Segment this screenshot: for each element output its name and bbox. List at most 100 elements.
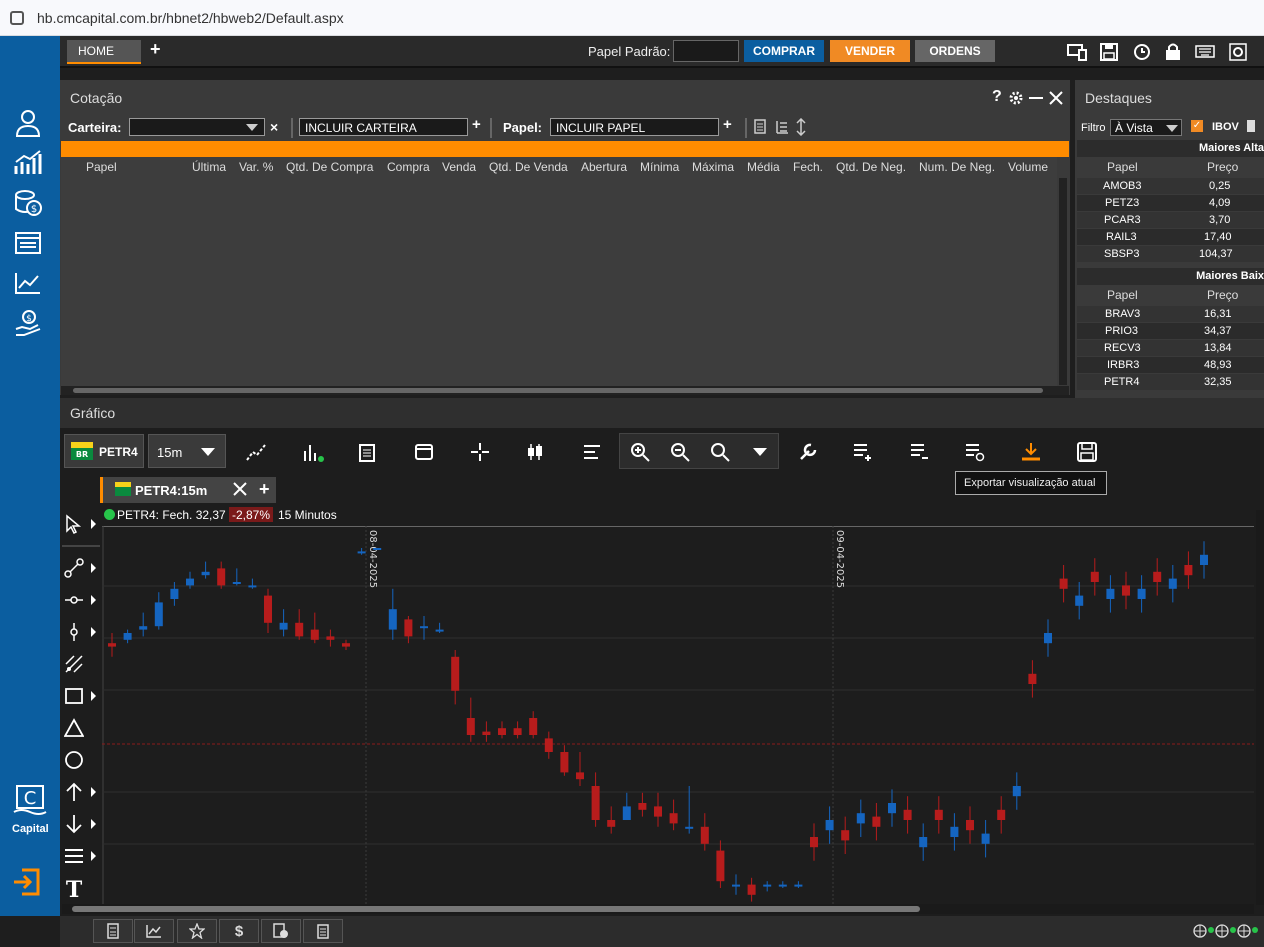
history-icon[interactable] <box>1133 43 1151 66</box>
list-item[interactable]: RECV3 13,84 <box>1077 340 1264 356</box>
column-header[interactable]: Papel <box>86 160 117 174</box>
chart-scroll-thumb[interactable] <box>72 906 920 912</box>
incluir-carteira-input[interactable]: INCLUIR CARTEIRA <box>299 118 468 136</box>
horizontal-scrollbar[interactable] <box>61 386 1069 395</box>
clipboard-icon[interactable] <box>353 438 381 466</box>
help-icon[interactable]: ? <box>992 88 1002 106</box>
refresh-list-icon[interactable] <box>961 438 989 466</box>
arrow-down-icon[interactable] <box>62 810 98 838</box>
column-header[interactable]: Mínima <box>640 160 679 174</box>
price-chart[interactable]: 08-04-2025 09-04-2025 <box>102 526 1254 906</box>
hand-money-icon[interactable]: $ <box>13 308 43 338</box>
resize-vertical-icon[interactable] <box>796 117 806 141</box>
vertical-scrollbar[interactable] <box>1059 178 1067 385</box>
add-chart-tab-button[interactable]: + <box>259 479 270 500</box>
crosshair-icon[interactable] <box>466 438 494 466</box>
chart-growth-icon[interactable] <box>13 148 43 178</box>
column-header[interactable]: Máxima <box>692 160 734 174</box>
list-item[interactable]: PETR4 32,35 <box>1077 374 1264 390</box>
trendline-icon[interactable] <box>62 554 98 582</box>
candles-icon[interactable] <box>521 438 549 466</box>
close-icon[interactable] <box>1048 90 1064 111</box>
column-header[interactable]: Fech. <box>793 160 823 174</box>
carteira-select[interactable] <box>129 118 265 136</box>
list-item[interactable]: RAIL3 17,40 <box>1077 229 1264 245</box>
list-item[interactable]: PCAR3 3,70 <box>1077 212 1264 228</box>
column-header[interactable]: Compra <box>387 160 430 174</box>
column-header[interactable]: Venda <box>442 160 476 174</box>
vender-button[interactable]: VENDER <box>830 40 910 62</box>
circle-icon[interactable] <box>62 746 98 774</box>
column-header[interactable]: Qtd. De Neg. <box>836 160 906 174</box>
settings-icon[interactable] <box>1229 43 1247 66</box>
interval-selector[interactable]: 15m <box>148 434 226 468</box>
column-header[interactable]: Abertura <box>581 160 627 174</box>
papel-padrao-input[interactable] <box>673 40 739 62</box>
export-list-icon[interactable] <box>754 119 768 140</box>
indicators-icon[interactable] <box>242 438 270 466</box>
clipboard-small-icon[interactable] <box>303 919 343 943</box>
clear-carteira-icon[interactable]: × <box>270 119 278 135</box>
site-settings-icon[interactable] <box>10 11 24 25</box>
list-item[interactable]: PRIO3 34,37 <box>1077 323 1264 339</box>
user-icon[interactable] <box>13 108 43 138</box>
zoom-out-icon[interactable] <box>666 438 694 466</box>
ibov-checkbox[interactable]: ✓ <box>1191 120 1203 132</box>
url-text[interactable]: hb.cmcapital.com.br/hbnet2/hbweb2/Defaul… <box>37 10 344 26</box>
logout-icon[interactable] <box>12 868 42 896</box>
add-carteira-button[interactable]: + <box>472 116 481 133</box>
text-tool-icon[interactable]: T <box>62 874 98 902</box>
column-header[interactable]: Qtd. De Venda <box>489 160 568 174</box>
column-header[interactable]: Qtd. De Compra <box>286 160 373 174</box>
checkbox[interactable] <box>1247 120 1255 132</box>
fibonacci-icon[interactable] <box>62 650 98 678</box>
chart-tab[interactable]: PETR4:15m <box>100 477 276 503</box>
symbol-selector[interactable]: BR PETR4 <box>64 434 144 468</box>
comprar-button[interactable]: COMPRAR <box>744 40 824 62</box>
horizontal-line-icon[interactable] <box>62 586 98 614</box>
coins-small-icon[interactable] <box>261 919 301 943</box>
zoom-in-icon[interactable] <box>626 438 654 466</box>
filtro-select[interactable]: À Vista <box>1110 119 1182 136</box>
list-item[interactable]: PETZ3 4,09 <box>1077 195 1264 211</box>
vertical-line-icon[interactable] <box>62 618 98 646</box>
lines-icon[interactable] <box>62 842 98 870</box>
layout-icon[interactable] <box>1067 43 1087 66</box>
add-tab-button[interactable]: + <box>150 39 161 60</box>
add-list-icon[interactable] <box>849 438 877 466</box>
sort-list-icon[interactable] <box>775 119 789 140</box>
search-icon[interactable] <box>706 438 734 466</box>
list-item[interactable]: IRBR3 48,93 <box>1077 357 1264 373</box>
chart-vertical-scrollbar[interactable] <box>1256 510 1264 905</box>
column-header[interactable]: Num. De Neg. <box>919 160 995 174</box>
remove-list-icon[interactable] <box>906 438 934 466</box>
export-icon[interactable] <box>1017 438 1045 466</box>
wrench-icon[interactable] <box>794 438 822 466</box>
list-item[interactable]: SBSP3 104,37 <box>1077 246 1264 262</box>
column-header[interactable]: Última <box>192 160 226 174</box>
triangle-icon[interactable] <box>62 714 98 742</box>
arrow-up-icon[interactable] <box>62 778 98 806</box>
lock-icon[interactable] <box>1165 42 1181 66</box>
column-header[interactable]: Var. % <box>239 160 273 174</box>
dollar-icon[interactable]: $ <box>219 919 259 943</box>
coins-icon[interactable]: $ <box>13 188 43 218</box>
keyboard-icon[interactable] <box>1195 45 1215 63</box>
chart-scrollbar[interactable] <box>62 904 1254 914</box>
column-header[interactable]: Volume <box>1008 160 1048 174</box>
close-icon[interactable] <box>233 482 247 496</box>
cursor-icon[interactable] <box>62 510 98 538</box>
tab-home[interactable]: HOME <box>67 40 141 64</box>
line-chart-icon[interactable] <box>13 268 43 298</box>
save-icon[interactable] <box>1100 43 1118 66</box>
news-icon[interactable] <box>13 228 43 258</box>
rectangle-icon[interactable] <box>62 682 98 710</box>
gear-icon[interactable] <box>1008 90 1024 111</box>
column-header[interactable]: Média <box>747 160 780 174</box>
save-chart-icon[interactable] <box>1073 438 1101 466</box>
align-icon[interactable] <box>578 438 606 466</box>
star-icon[interactable] <box>177 919 217 943</box>
ordens-button[interactable]: ORDENS <box>915 40 995 62</box>
study-icon[interactable] <box>300 438 328 466</box>
minimize-icon[interactable] <box>1029 97 1043 99</box>
